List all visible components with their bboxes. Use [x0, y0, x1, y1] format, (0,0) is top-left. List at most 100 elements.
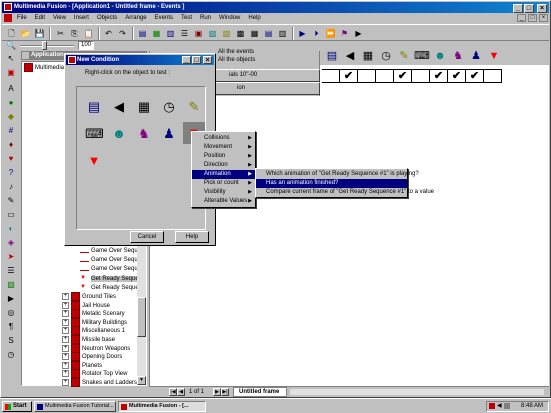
animation-condition-item[interactable]: Which animation of "Get Ready Sequence #… — [256, 170, 419, 179]
sound-icon[interactable]: ♪ — [5, 181, 17, 193]
formatted-text-icon[interactable]: ¶ — [5, 321, 17, 333]
grid-cell[interactable] — [412, 70, 430, 83]
grid-cell[interactable] — [358, 70, 376, 83]
frame-icon[interactable]: ▣ — [5, 67, 17, 79]
storyboard-controls-icon[interactable]: ▦ — [360, 48, 376, 65]
dialog-maximize-button[interactable]: □ — [192, 56, 201, 64]
expand-icon[interactable]: + — [62, 310, 69, 318]
expand-icon[interactable]: + — [62, 293, 69, 300]
active-object-icon[interactable]: ● — [5, 97, 17, 109]
event-list-icon[interactable]: ☰ — [178, 27, 191, 40]
speaker-icon[interactable]: ◀ — [110, 98, 128, 116]
next-page-button[interactable]: ▶ — [213, 388, 221, 396]
red-marker-icon[interactable]: ▼ — [85, 152, 103, 170]
image-editor-icon[interactable]: ▧ — [206, 27, 219, 40]
picture-icon[interactable]: ▧ — [5, 279, 17, 291]
copy-icon[interactable]: ⎘ — [68, 27, 81, 40]
avi-icon[interactable]: ▶ — [5, 293, 17, 305]
grid-cell[interactable] — [376, 70, 394, 83]
dialog-titlebar[interactable]: New Condition _ □ × — [66, 55, 214, 65]
doc-close-button[interactable]: × — [539, 14, 548, 22]
expand-icon[interactable]: + — [62, 327, 69, 335]
check-mark[interactable]: ✔ — [394, 70, 412, 83]
check-mark[interactable]: ✔ — [430, 70, 448, 83]
run-application-icon[interactable]: ⏵ — [310, 27, 323, 40]
character-icon[interactable]: ♞ — [135, 125, 153, 143]
character-2-icon[interactable]: ♟ — [468, 48, 484, 65]
scroll-thumb[interactable] — [137, 297, 146, 337]
tree-item[interactable]: Game Over Seque — [80, 247, 141, 256]
menu-item-alterable-values[interactable]: Alterable Values ▶ — [192, 197, 255, 206]
menu-view[interactable]: View — [49, 12, 70, 24]
tree-item[interactable]: ▼ Get Ready Seque — [80, 274, 139, 283]
speaker-icon[interactable]: ◀ — [342, 48, 358, 65]
grid-cell[interactable] — [322, 70, 340, 83]
list-object-icon[interactable]: ☰ — [5, 265, 17, 277]
check-mark[interactable]: ✔ — [340, 70, 358, 83]
volume-icon[interactable]: ◀ — [497, 402, 502, 409]
button-object-icon[interactable]: ▭ — [5, 209, 17, 221]
maximize-button[interactable]: □ — [524, 4, 534, 13]
run-project-icon[interactable]: ⏩ — [324, 27, 337, 40]
undo-icon[interactable]: ↶ — [102, 27, 115, 40]
frame-editor-icon[interactable]: ▦ — [150, 27, 163, 40]
storyboard-icon[interactable]: ▤ — [136, 27, 149, 40]
backdrop-icon[interactable]: ◆ — [5, 111, 17, 123]
tree-item[interactable]: Game Over Seque — [80, 256, 141, 265]
counter-icon[interactable]: # — [5, 125, 17, 137]
score-icon[interactable]: ♦ — [5, 139, 17, 151]
test-icon[interactable]: ⚑ — [338, 27, 351, 40]
lives-icon[interactable]: ♥ — [5, 153, 17, 165]
clock[interactable]: 8:48 AM — [521, 402, 543, 411]
character-2-icon[interactable]: ♟ — [160, 125, 178, 143]
zoom-field[interactable]: 100 — [78, 41, 94, 50]
redo-icon[interactable]: ↷ — [116, 27, 129, 40]
help-button[interactable]: Help — [175, 231, 209, 243]
dialog-minimize-button[interactable]: _ — [182, 56, 191, 64]
expand-icon[interactable]: + — [62, 353, 69, 361]
taskbar-button-tutorial[interactable]: Multimedia Fusion Tutorial... — [34, 401, 116, 412]
tray-icon[interactable] — [489, 403, 495, 409]
align-icon[interactable]: ▥ — [276, 27, 289, 40]
event-editor-icon[interactable]: ▥ — [164, 27, 177, 40]
paste-icon[interactable]: 📋 — [82, 27, 95, 40]
storyboard-controls-icon[interactable]: ▦ — [135, 98, 153, 116]
zoom-slider-thumb[interactable] — [42, 41, 47, 50]
tree-group[interactable]: + Snakes and Ladders — [62, 378, 137, 387]
doc-minimize-button[interactable]: _ — [517, 14, 526, 22]
arrow-tool-icon[interactable]: ➤ — [5, 251, 17, 263]
system-object-icon[interactable]: ▤ — [85, 98, 103, 116]
menu-insert[interactable]: Insert — [70, 12, 93, 24]
animation-condition-item[interactable]: Has an animation finished? — [256, 179, 407, 188]
h-scrollbar[interactable] — [289, 388, 545, 396]
system-object-icon[interactable]: ▤ — [324, 48, 340, 65]
check-mark[interactable]: ✔ — [466, 70, 484, 83]
menu-item-pick-or-count[interactable]: Pick or count ▶ — [192, 179, 255, 188]
prev-page-button[interactable]: ◀ — [177, 388, 185, 396]
tree-item[interactable]: Game Over Seque — [80, 265, 141, 274]
animation-icon[interactable]: ◐ — [5, 223, 17, 235]
cut-icon[interactable]: ✂ — [54, 27, 67, 40]
red-marker-icon[interactable]: ▼ — [486, 48, 502, 65]
menu-item-animation[interactable]: Animation ▶ — [192, 170, 255, 179]
frame-tab[interactable]: Untitled frame — [233, 387, 287, 397]
grid-cell[interactable] — [484, 70, 502, 83]
question-icon[interactable]: ? — [5, 167, 17, 179]
menu-help[interactable]: Help — [244, 12, 264, 24]
menu-objects[interactable]: Objects — [93, 12, 121, 24]
menu-item-direction[interactable]: Direction ▶ — [192, 161, 255, 170]
check-mark[interactable]: ✔ — [448, 70, 466, 83]
event-row-condition[interactable]: ials 10"-00 — [200, 69, 320, 82]
library-icon[interactable]: ▨ — [220, 27, 233, 40]
network-icon[interactable] — [504, 403, 510, 409]
taskbar-button-fusion[interactable]: Multimedia Fusion - [... — [118, 401, 206, 412]
ini-icon[interactable]: ◈ — [5, 237, 17, 249]
character-icon[interactable]: ♞ — [450, 48, 466, 65]
event-row-action[interactable]: ion — [200, 82, 320, 95]
menu-arrange[interactable]: Arrange — [121, 12, 150, 24]
zoom-slider-track[interactable] — [20, 45, 74, 47]
player-icon[interactable]: ☻ — [432, 48, 448, 65]
timer-object-icon[interactable]: ◷ — [160, 98, 178, 116]
data-elements-icon[interactable]: ▣ — [192, 27, 205, 40]
scroll-down-button[interactable]: ▼ — [137, 376, 146, 385]
